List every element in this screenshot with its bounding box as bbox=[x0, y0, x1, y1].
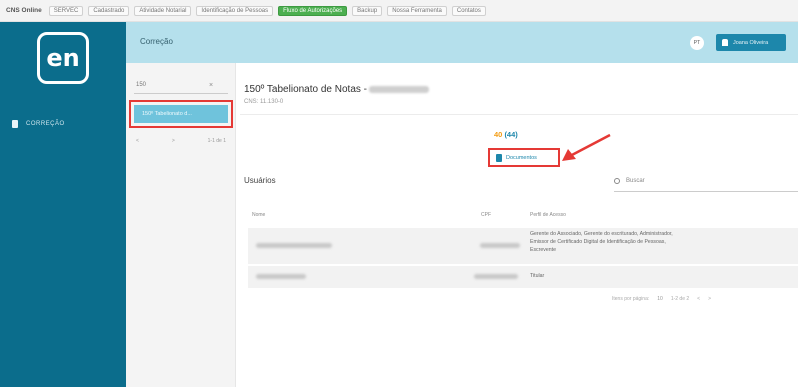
table-row[interactable]: Titular bbox=[248, 266, 798, 288]
column-header-perfil[interactable]: Perfil de Acesso bbox=[530, 212, 566, 218]
users-search-input[interactable]: Buscar bbox=[614, 178, 645, 184]
column-header-cpf[interactable]: CPF bbox=[481, 212, 491, 218]
clear-search-icon[interactable]: × bbox=[209, 82, 213, 89]
list-pager: < > 1-1 de 1 bbox=[136, 138, 226, 144]
documents-button-label: Documentos bbox=[506, 154, 537, 161]
column-header-nome[interactable]: Nome bbox=[252, 212, 265, 218]
documents-button[interactable]: Documentos bbox=[488, 148, 560, 167]
redacted-name bbox=[256, 243, 332, 248]
page-header: Correção PT Joana Oliveira bbox=[126, 22, 798, 63]
redacted-name bbox=[369, 85, 429, 93]
app-logo[interactable]: en bbox=[37, 32, 89, 84]
table-pagination: Itens por página: 10 1-2 de 2 < > bbox=[612, 296, 711, 302]
pagination-range: 1-2 de 2 bbox=[670, 296, 690, 302]
user-button-label: Joana Oliveira bbox=[733, 39, 769, 46]
tab-contatos[interactable]: Contatos bbox=[451, 5, 486, 16]
list-search-input[interactable]: 150 bbox=[136, 82, 146, 88]
document-count: 40 (44) bbox=[494, 130, 518, 139]
detail-title: 150º Tabelionato de Notas - bbox=[244, 84, 429, 95]
users-search-placeholder: Buscar bbox=[626, 178, 645, 184]
redacted-cpf bbox=[474, 274, 518, 279]
search-icon bbox=[614, 178, 620, 184]
search-underline bbox=[134, 93, 228, 94]
list-pane: 150 × 150º Tabelionato d... < > 1-1 de 1 bbox=[126, 63, 236, 387]
count-highlight: 40 bbox=[494, 130, 503, 139]
user-button[interactable]: Joana Oliveira bbox=[716, 34, 786, 51]
tab-servec[interactable]: SERVEC bbox=[48, 5, 84, 16]
users-section-title: Usuários bbox=[244, 176, 276, 185]
items-per-page-select[interactable]: 10 bbox=[657, 296, 663, 302]
document-icon bbox=[12, 120, 18, 128]
red-arrow-annotation bbox=[562, 133, 611, 161]
sidebar: en CORREÇÃO bbox=[0, 22, 126, 387]
redacted-cpf bbox=[480, 243, 520, 248]
cns-code: CNS: 11.130-0 bbox=[244, 99, 284, 105]
tab-backup[interactable]: Backup bbox=[352, 5, 383, 16]
tab-fluxo-autorizacoes[interactable]: Fluxo de Autorizações bbox=[278, 5, 348, 16]
pagination-next-icon[interactable]: > bbox=[708, 296, 711, 302]
tab-atividade-notarial[interactable]: Atividade Notarial bbox=[134, 5, 192, 16]
pager-prev-icon[interactable]: < bbox=[136, 138, 139, 144]
redacted-name bbox=[256, 274, 306, 279]
tab-cadastrado[interactable]: Cadastrado bbox=[88, 5, 130, 16]
count-total: (44) bbox=[504, 130, 518, 139]
user-icon bbox=[722, 39, 728, 46]
table-row[interactable]: Gerente do Associado, Gerente do escritu… bbox=[248, 228, 798, 264]
pager-range: 1-1 de 1 bbox=[207, 138, 226, 144]
pagination-prev-icon[interactable]: < bbox=[697, 296, 700, 302]
page-title: Correção bbox=[140, 37, 173, 46]
sidebar-item-correcao[interactable]: CORREÇÃO bbox=[12, 120, 65, 128]
tab-nossa-ferramenta[interactable]: Nossa Ferramenta bbox=[387, 5, 447, 16]
document-icon bbox=[496, 153, 502, 162]
top-navigation-bar: CNS Online SERVEC Cadastrado Atividade N… bbox=[0, 0, 798, 22]
sidebar-item-label: CORREÇÃO bbox=[26, 121, 65, 127]
divider bbox=[240, 114, 798, 115]
pager-next-icon[interactable]: > bbox=[172, 138, 175, 144]
items-per-page-label: Itens por página: bbox=[612, 296, 650, 302]
brand-label: CNS Online bbox=[6, 7, 42, 14]
search-underline bbox=[614, 191, 798, 192]
profile-cell: Gerente do Associado, Gerente do escritu… bbox=[530, 231, 673, 253]
tab-identificacao-pessoas[interactable]: Identificação de Pessoas bbox=[196, 5, 274, 16]
profile-cell: Titular bbox=[530, 273, 545, 279]
list-item-selected[interactable]: 150º Tabelionato d... bbox=[134, 105, 228, 123]
avatar[interactable]: PT bbox=[690, 36, 704, 50]
selected-list-item-highlight: 150º Tabelionato d... bbox=[129, 100, 233, 128]
